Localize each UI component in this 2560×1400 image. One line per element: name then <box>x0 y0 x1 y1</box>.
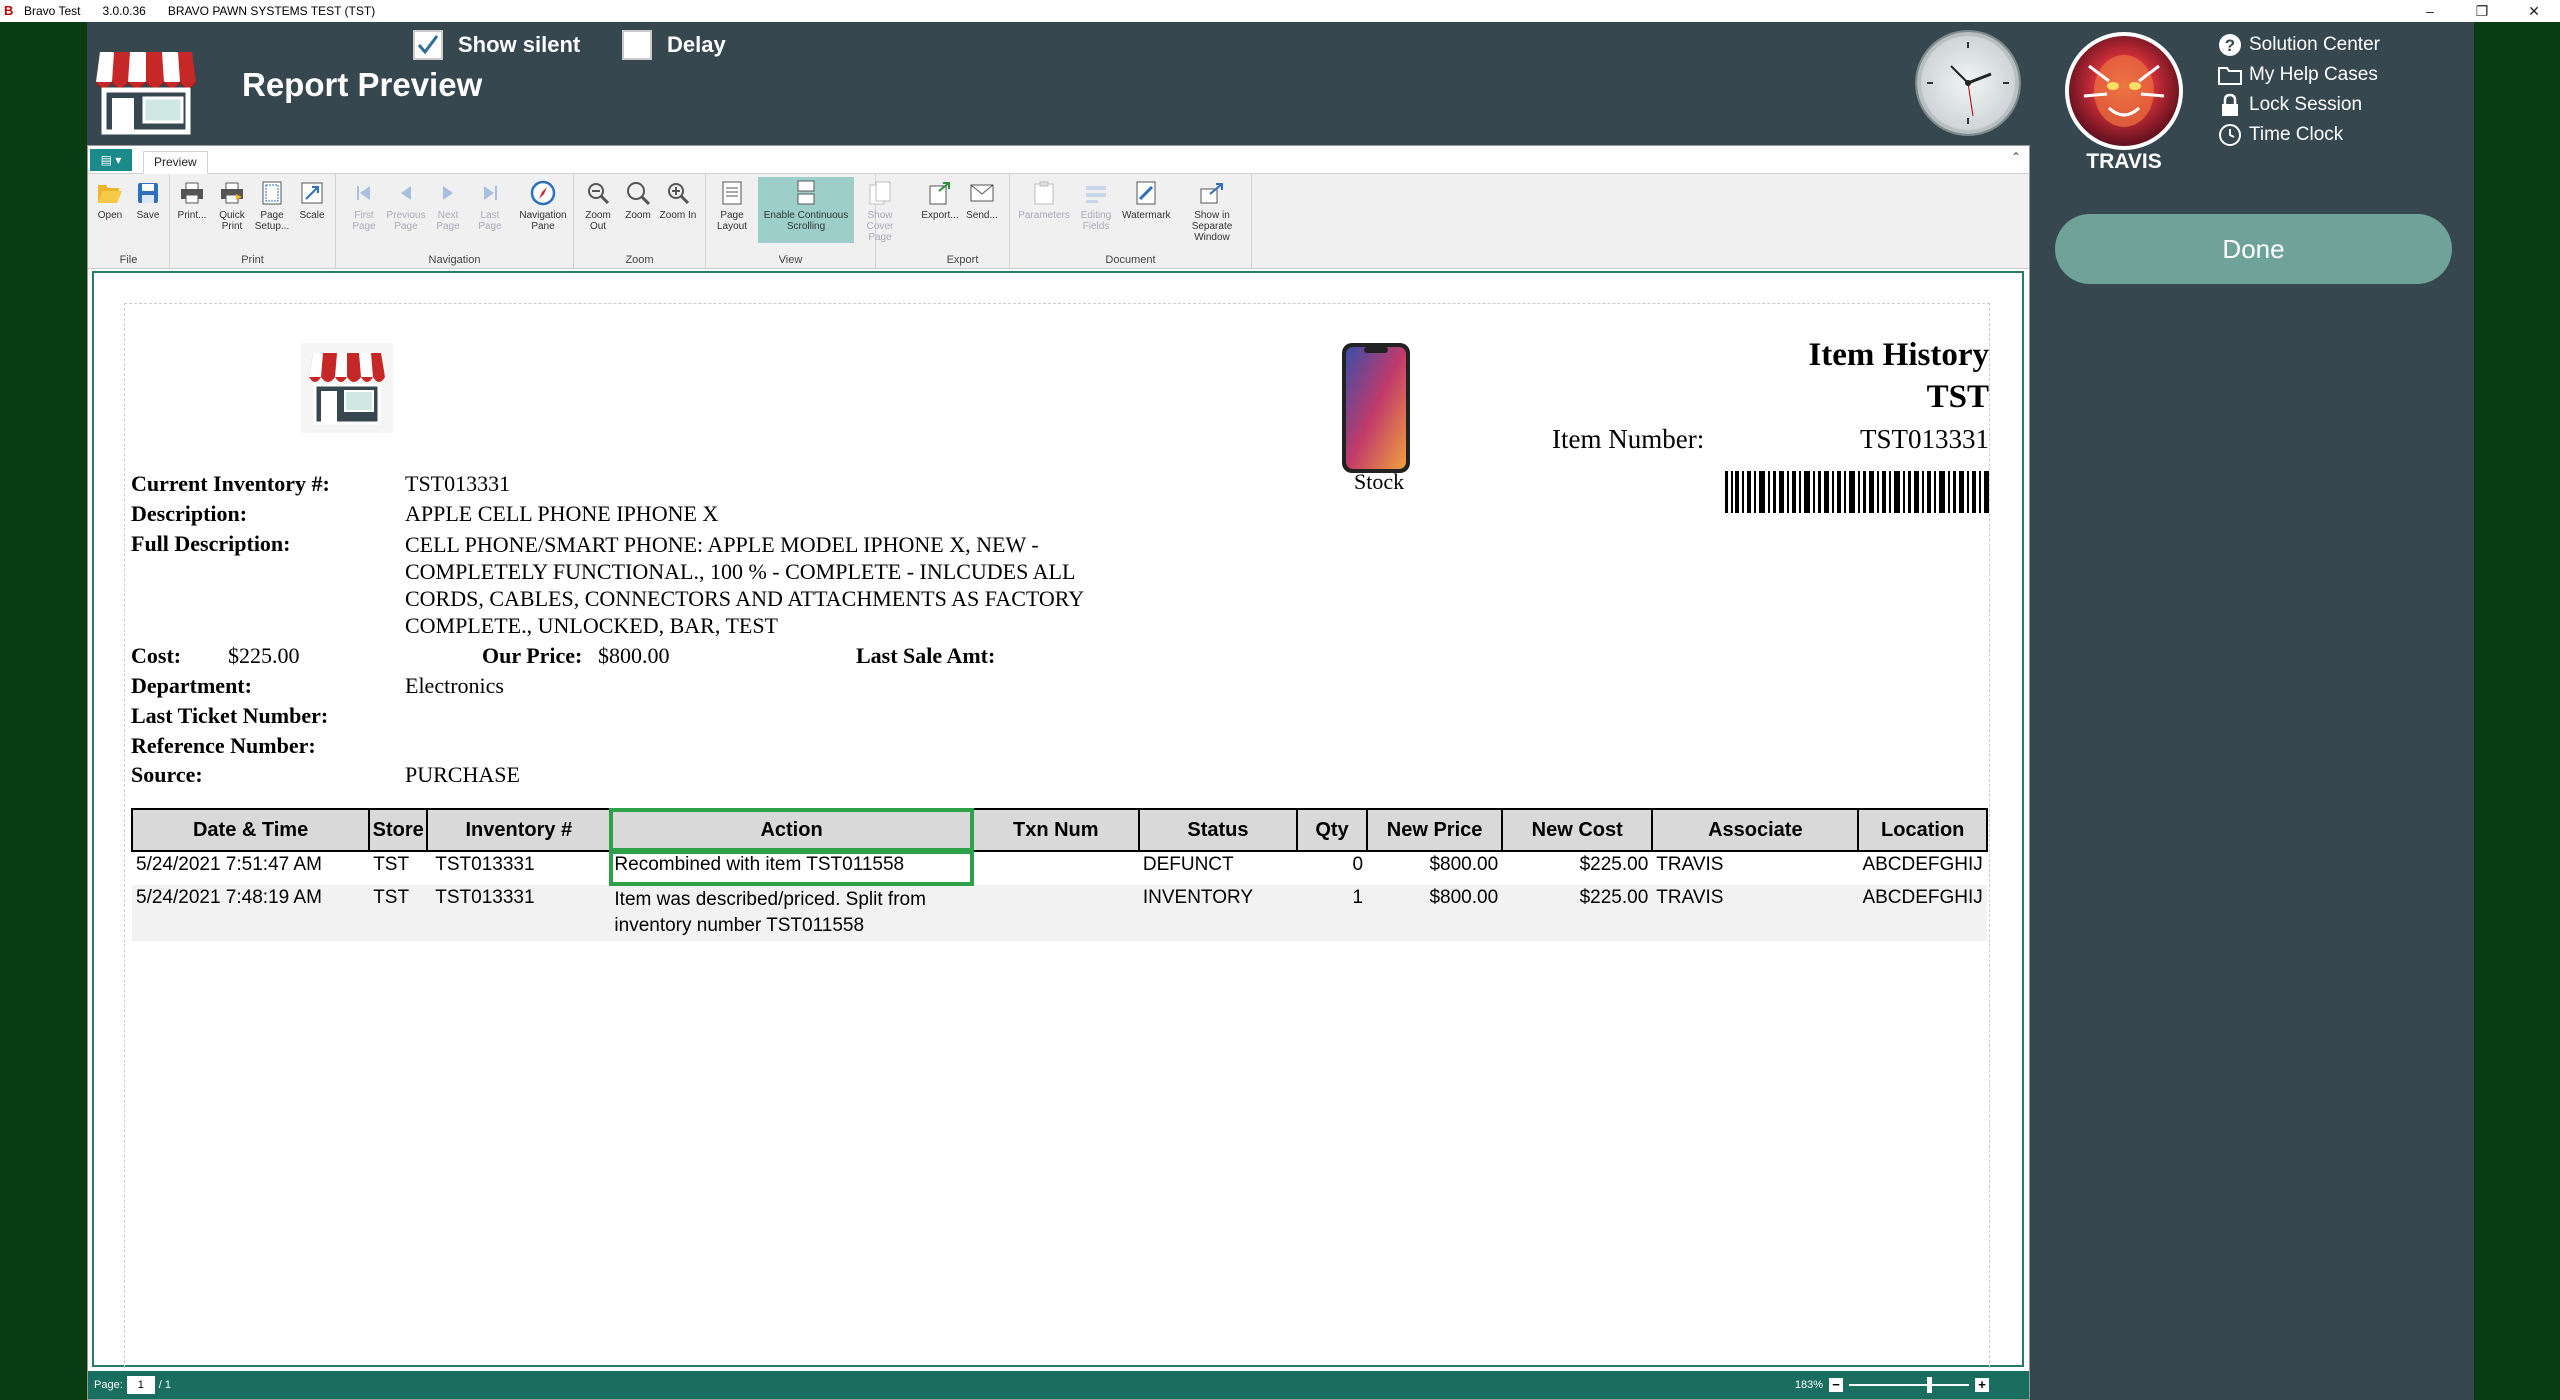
current-inventory-label: Current Inventory #: <box>131 471 330 496</box>
header: Report Preview Show silent Delay TRAVIS … <box>87 22 2474 173</box>
show-silent-checkbox[interactable]: Show silent <box>413 30 580 60</box>
clock-small-icon <box>2217 123 2243 147</box>
help-links: ? Solution Center My Help Cases Lock Ses… <box>2217 30 2380 150</box>
col-header-location[interactable]: Location <box>1857 808 1988 852</box>
source-label: Source: <box>131 762 203 787</box>
store-logo-icon <box>95 52 197 135</box>
app-name: Bravo Test <box>24 4 81 18</box>
app-logo-icon: B <box>4 3 14 18</box>
done-button[interactable]: Done <box>2055 214 2452 284</box>
table-row[interactable]: 5/24/2021 7:48:19 AM TST TST013331 Item … <box>132 885 1987 941</box>
item-number-label: Item Number: <box>1552 424 1705 454</box>
col-header-inventory[interactable]: Inventory # <box>426 808 612 852</box>
window-controls: – ❐ ✕ <box>2404 0 2560 22</box>
col-header-txn-num[interactable]: Txn Num <box>971 808 1140 852</box>
zoom-controls: 183% − + <box>1795 1371 1989 1399</box>
description-label: Description: <box>131 501 248 526</box>
checkbox-box[interactable] <box>622 30 652 60</box>
selected-action-cell[interactable]: Recombined with item TST011558 <box>609 850 974 886</box>
col-header-qty[interactable]: Qty <box>1295 808 1369 852</box>
zoom-minus-icon[interactable]: − <box>1829 1378 1843 1392</box>
last-ticket-label: Last Ticket Number: <box>131 703 329 728</box>
page-number-input[interactable]: 1 <box>126 1376 155 1394</box>
full-description-value: CELL PHONE/SMART PHONE: APPLE MODEL IPHO… <box>405 532 1085 638</box>
zoom-plus-icon[interactable]: + <box>1975 1378 1989 1392</box>
checkmark-icon <box>417 35 439 55</box>
app-version: 3.0.0.36 <box>102 4 146 18</box>
col-header-store[interactable]: Store <box>368 808 429 852</box>
right-background <box>2474 22 2560 1400</box>
left-background <box>0 22 87 1400</box>
company-name: BRAVO PAWN SYSTEMS TEST (TST) <box>167 4 376 18</box>
cost-label: Cost: <box>131 643 182 668</box>
page-title: Report Preview <box>242 66 483 103</box>
delay-label: Delay <box>667 32 726 57</box>
minimize-icon[interactable]: – <box>2404 0 2456 22</box>
barcode-image <box>1725 471 1989 513</box>
our-price-label: Our Price: <box>482 643 583 668</box>
stock-label: Stock <box>1354 469 1405 494</box>
avatar[interactable] <box>2065 32 2183 150</box>
svg-text:?: ? <box>2225 36 2235 55</box>
report-title: Item History <box>1808 337 1989 373</box>
source-value: PURCHASE <box>405 762 520 787</box>
full-description-label: Full Description: <box>131 531 291 556</box>
clock-icon <box>1917 32 2019 134</box>
time-clock-link[interactable]: Time Clock <box>2217 120 2380 150</box>
solution-center-label: Solution Center <box>2249 34 2380 55</box>
our-price-value: $800.00 <box>598 643 670 668</box>
app-window: Report Preview Show silent Delay TRAVIS … <box>87 22 2474 1400</box>
solution-center-link[interactable]: ? Solution Center <box>2217 30 2380 60</box>
table-header-row: Date & Time Store Inventory # Action Txn… <box>130 808 1988 852</box>
preview-statusbar: Page: 1 / 1 183% − + <box>88 1371 2029 1399</box>
user-name: TRAVIS <box>2086 150 2162 173</box>
department-value: Electronics <box>405 673 504 698</box>
current-inventory-value: TST013331 <box>405 471 511 496</box>
window-titlebar: B Bravo Test 3.0.0.36 BRAVO PAWN SYSTEMS… <box>0 0 2560 22</box>
my-help-cases-label: My Help Cases <box>2249 64 2378 85</box>
cost-value: $225.00 <box>228 643 300 668</box>
zoom-slider[interactable] <box>1849 1377 1969 1393</box>
my-help-cases-link[interactable]: My Help Cases <box>2217 60 2380 90</box>
col-header-new-price[interactable]: New Price <box>1366 808 1504 852</box>
col-header-associate[interactable]: Associate <box>1651 808 1860 852</box>
item-history-table: Date & Time Store Inventory # Action Txn… <box>130 808 1988 941</box>
zoom-slider-thumb[interactable] <box>1927 1377 1932 1393</box>
restore-icon[interactable]: ❐ <box>2456 0 2508 22</box>
table-row[interactable]: 5/24/2021 7:51:47 AM TST TST013331 Recom… <box>132 850 1987 886</box>
checkbox-box[interactable] <box>413 30 443 60</box>
report-preview-window: ▤ ▾ Preview ⌃ Open Save File Print... Qu… <box>87 145 2030 1400</box>
item-number-value: TST013331 <box>1859 424 1989 454</box>
page-total: / 1 <box>158 1379 171 1391</box>
question-icon: ? <box>2217 33 2243 57</box>
lock-session-label: Lock Session <box>2249 94 2363 115</box>
report-store-logo-icon <box>301 343 393 433</box>
reference-label: Reference Number: <box>131 733 316 758</box>
folder-icon <box>2217 63 2243 87</box>
phone-image <box>1342 343 1410 473</box>
department-label: Department: <box>131 673 252 698</box>
show-silent-label: Show silent <box>458 32 581 57</box>
col-header-action[interactable]: Action <box>609 808 974 852</box>
description-value: APPLE CELL PHONE IPHONE X <box>405 501 719 526</box>
zoom-level: 183% <box>1794 1379 1823 1391</box>
last-sale-label: Last Sale Amt: <box>856 643 996 668</box>
lock-session-link[interactable]: Lock Session <box>2217 90 2380 120</box>
delay-checkbox[interactable]: Delay <box>622 30 726 60</box>
report-store-code: TST <box>1926 379 1989 415</box>
close-icon[interactable]: ✕ <box>2508 0 2560 22</box>
page-label: Page: <box>94 1379 123 1391</box>
time-clock-label: Time Clock <box>2249 124 2344 145</box>
lock-icon <box>2217 93 2243 117</box>
col-header-new-cost[interactable]: New Cost <box>1501 808 1654 852</box>
col-header-date-time[interactable]: Date & Time <box>130 808 371 852</box>
report-content: Stock Item History TST Item Number: TST0… <box>90 148 2031 1368</box>
report-page-viewport[interactable]: Stock Item History TST Item Number: TST0… <box>92 271 2024 1373</box>
col-header-status[interactable]: Status <box>1137 808 1298 852</box>
